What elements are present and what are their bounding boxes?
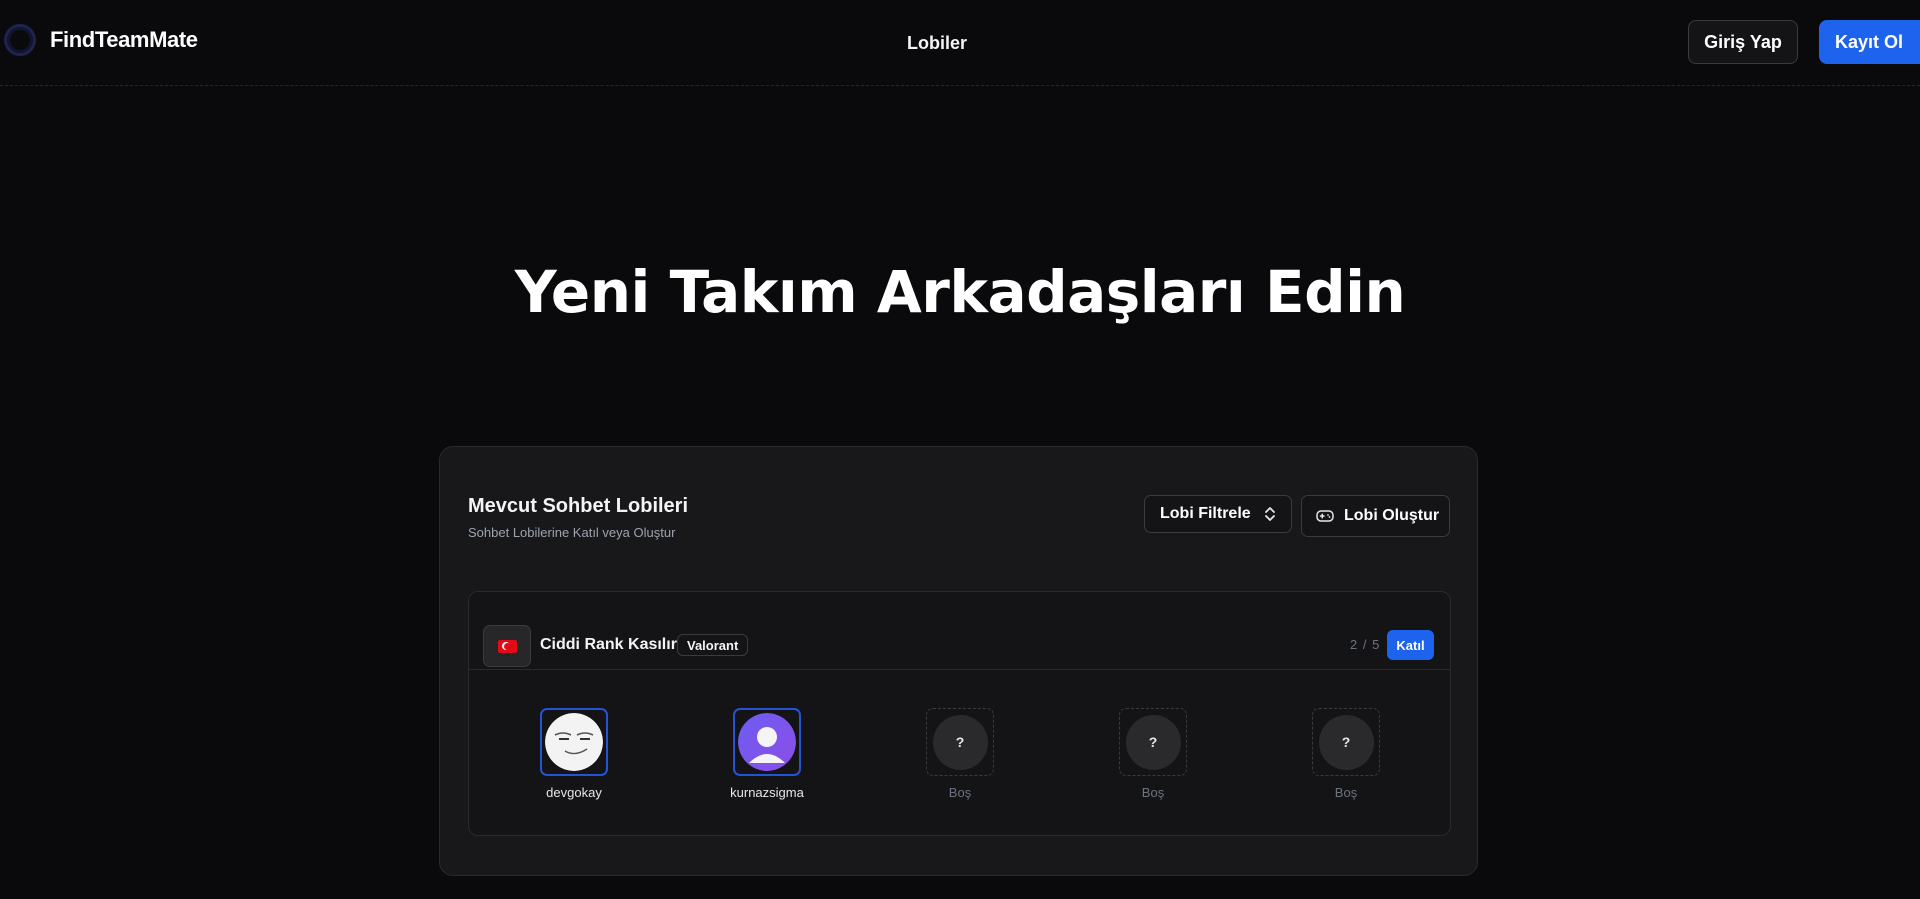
empty-slot: ? Boş [890,708,1030,800]
member-name: kurnazsigma [730,785,804,800]
question-icon: ? [1318,714,1374,770]
lobby-card-header: Ciddi Rank Kasılır Valorant 2 / 5 Katıl [469,592,1450,670]
avatar [545,713,603,771]
empty-slot-label: Boş [948,785,972,800]
chevron-up-down-icon [1265,507,1275,521]
game-badge: Valorant [677,634,749,656]
empty-slot-frame: ? [1312,708,1380,776]
question-icon: ? [1125,714,1181,770]
panel-title: Mevcut Sohbet Lobileri [468,495,689,517]
join-lobby-button[interactable]: Katıl [1387,630,1434,660]
empty-slot: ? Boş [1276,708,1416,800]
member-avatar-frame [733,708,801,776]
empty-slot-label: Boş [1334,785,1358,800]
turkey-flag-icon [497,639,517,653]
login-button[interactable]: Giriş Yap [1688,20,1798,64]
member-slot: kurnazsigma [697,708,837,800]
filter-label: Lobi Filtrele [1160,505,1251,522]
member-count: 2 / 5 [1350,637,1381,652]
nav-link-lobbies[interactable]: Lobiler [907,33,967,53]
signup-button[interactable]: Kayıt Ol [1819,20,1920,64]
lobby-card: Ciddi Rank Kasılır Valorant 2 / 5 Katıl [468,591,1451,836]
empty-slot: ? Boş [1083,708,1223,800]
create-lobby-button[interactable]: Lobi Oluştur [1301,495,1450,537]
member-avatar-frame [540,708,608,776]
lobby-language-flag [483,625,531,667]
lobby-name: Ciddi Rank Kasılır [540,636,677,653]
gamepad-icon [1316,510,1334,522]
top-navbar: FindTeamMate Lobiler Giriş Yap Kayıt Ol [0,0,1920,86]
panel-subtitle: Sohbet Lobilerine Katıl veya Oluştur [468,525,676,540]
member-name: devgokay [546,785,602,800]
avatar [738,713,796,771]
empty-slot-frame: ? [926,708,994,776]
hero-title: Yeni Takım Arkadaşları Edin [514,258,1406,326]
create-lobby-label: Lobi Oluştur [1344,507,1440,524]
empty-slot-frame: ? [1119,708,1187,776]
question-icon: ? [932,714,988,770]
member-slot: devgokay [504,708,644,800]
lobbies-panel: Mevcut Sohbet Lobileri Sohbet Lobilerine… [439,446,1478,876]
empty-slot-label: Boş [1141,785,1165,800]
lobby-filter-select[interactable]: Lobi Filtrele [1144,495,1292,533]
